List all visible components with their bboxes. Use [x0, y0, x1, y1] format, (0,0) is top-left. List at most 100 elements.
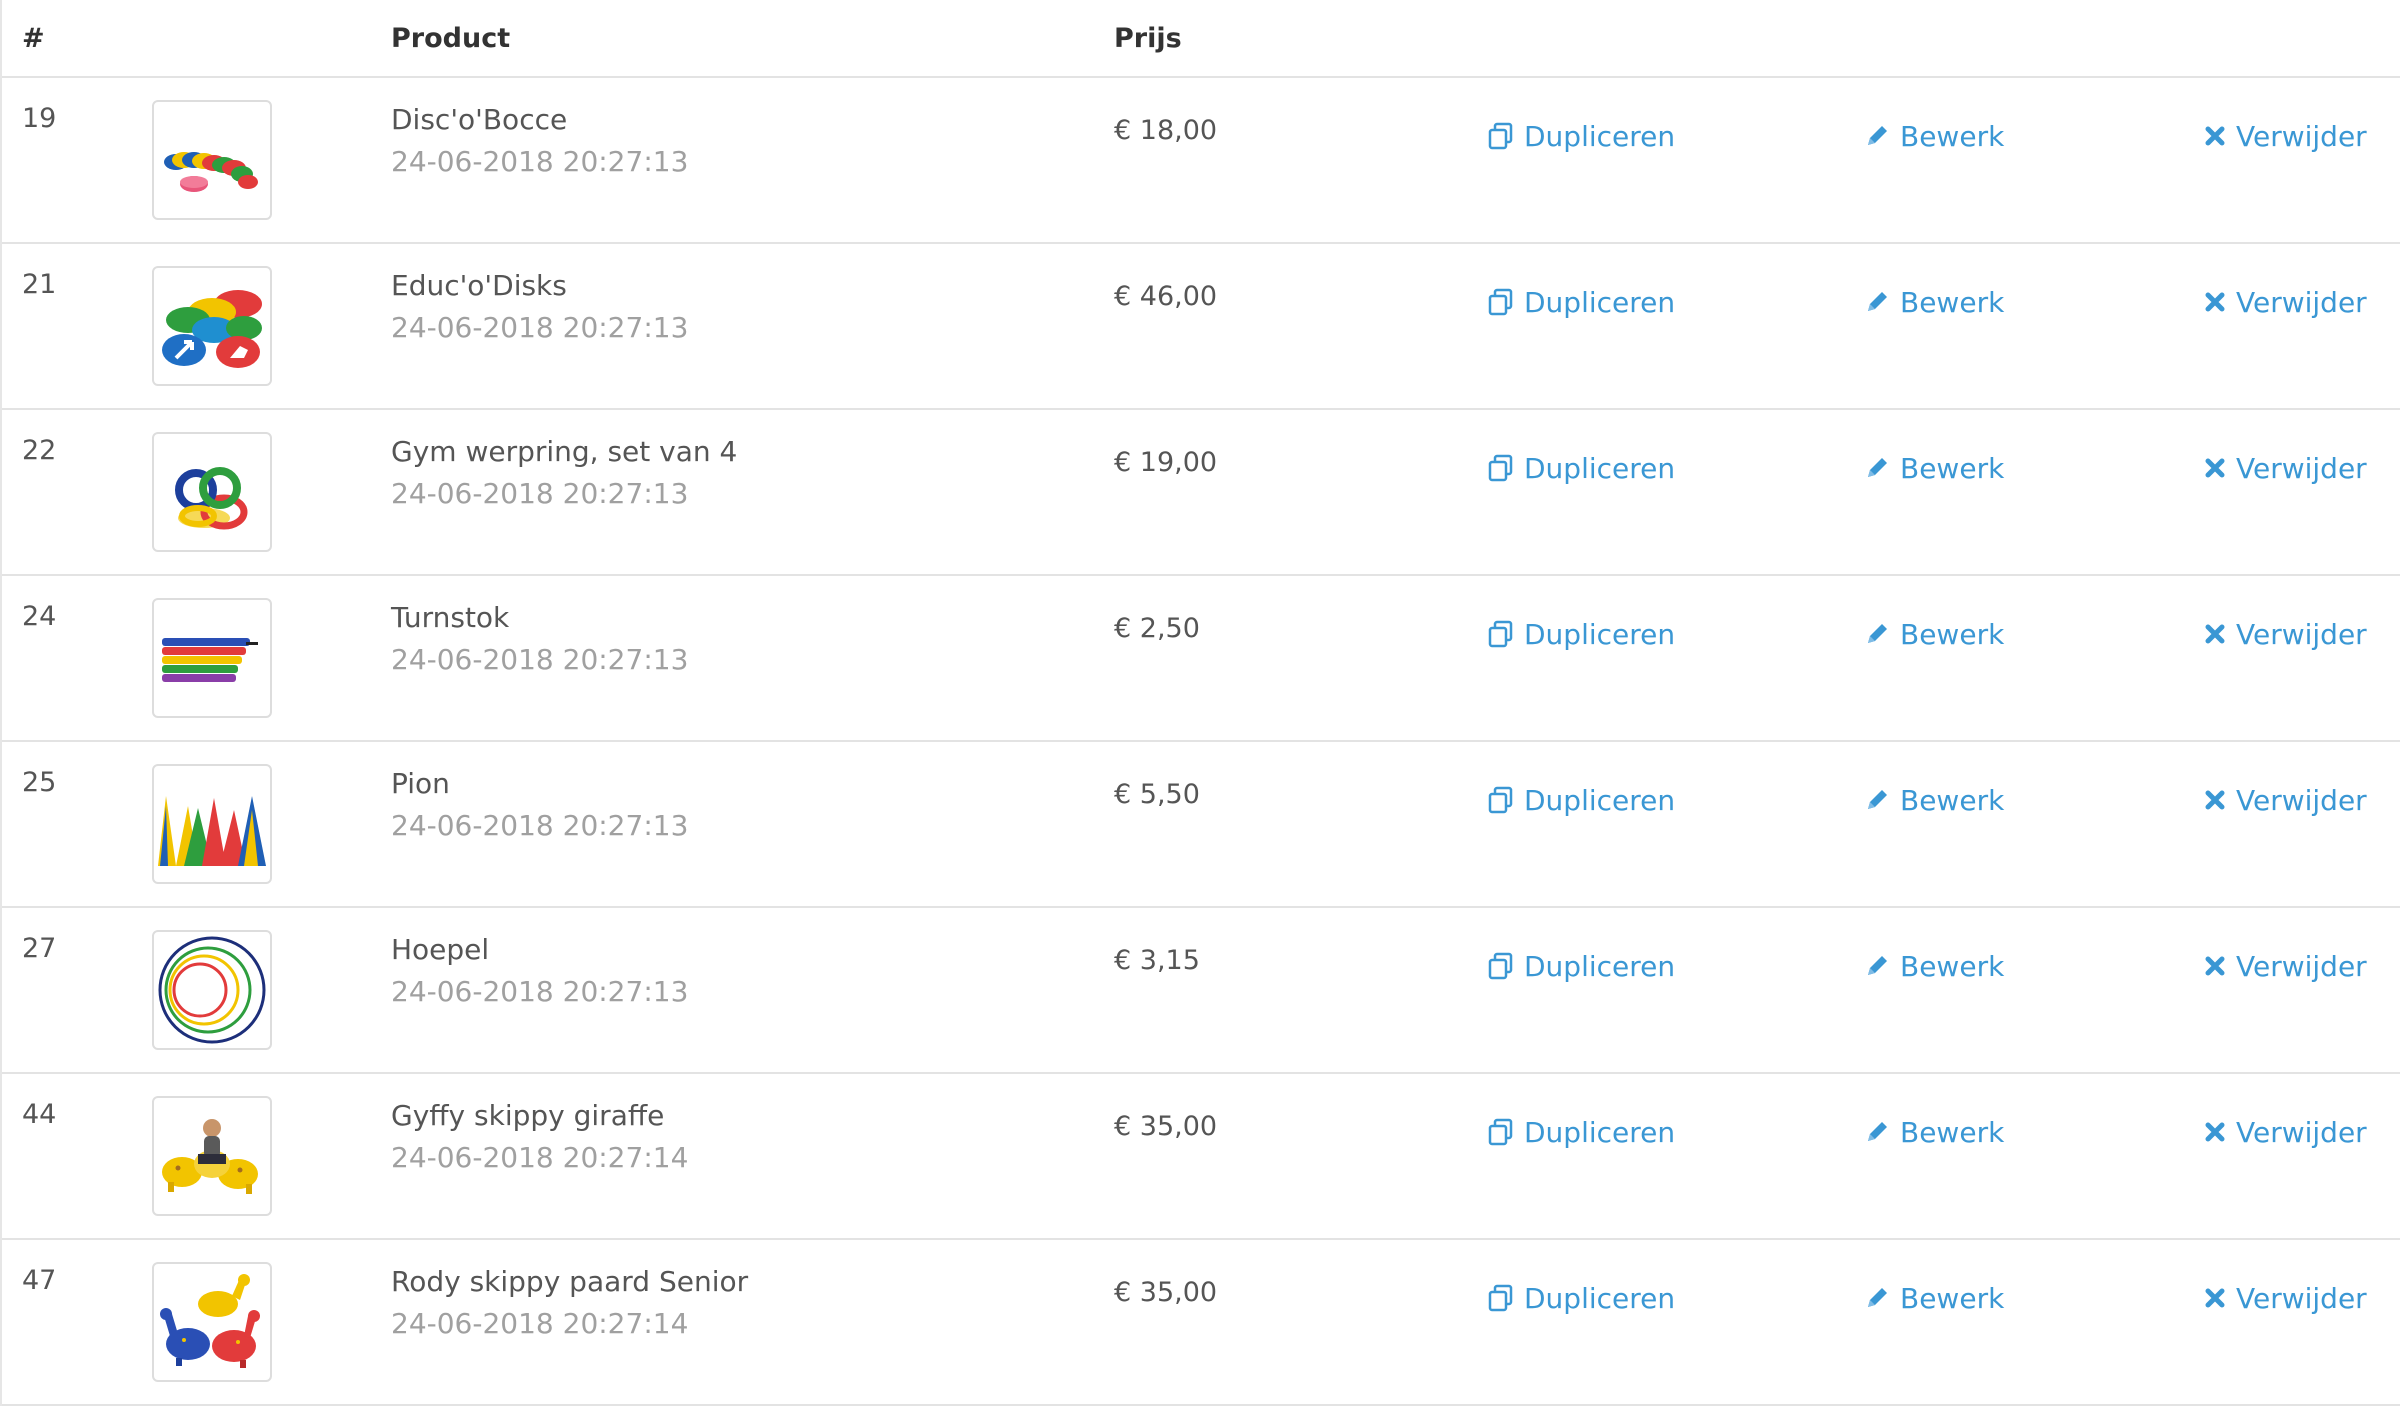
duplicate-button[interactable]: Dupliceren [1486, 282, 1675, 322]
copy-icon [1486, 1283, 1516, 1313]
duplicate-button[interactable]: Dupliceren [1486, 448, 1675, 488]
delete-label: Verwijder [2236, 1281, 2367, 1315]
edit-button[interactable]: Bewerk [1862, 1278, 2004, 1318]
delete-label: Verwijder [2236, 1115, 2367, 1149]
product-price: € 2,50 [1114, 613, 1200, 644]
product-name: Turnstok [391, 601, 510, 634]
educ-disks-image[interactable] [152, 266, 272, 386]
row-id: 25 [22, 767, 57, 798]
row-id: 22 [22, 435, 57, 466]
hoops-image[interactable] [152, 930, 272, 1050]
duplicate-label: Dupliceren [1524, 451, 1676, 485]
delete-button[interactable]: Verwijder [2204, 614, 2367, 654]
header-product: Product [391, 23, 511, 54]
copy-icon [1486, 619, 1516, 649]
product-name: Hoepel [391, 933, 490, 966]
table-row: 27 Hoepel 24-06-2018 20:27:13 € 3,15 Dup… [2, 908, 2400, 1074]
duplicate-button[interactable]: Dupliceren [1486, 1112, 1675, 1152]
product-date: 24-06-2018 20:27:14 [391, 1141, 689, 1174]
edit-button[interactable]: Bewerk [1862, 448, 2004, 488]
row-id: 24 [22, 601, 57, 632]
duplicate-label: Dupliceren [1524, 1115, 1676, 1149]
delete-button[interactable]: Verwijder [2204, 116, 2367, 156]
product-date: 24-06-2018 20:27:13 [391, 643, 689, 676]
duplicate-button[interactable]: Dupliceren [1486, 946, 1675, 986]
pencil-icon [1862, 121, 1892, 151]
edit-button[interactable]: Bewerk [1862, 282, 2004, 322]
duplicate-button[interactable]: Dupliceren [1486, 614, 1675, 654]
delete-label: Verwijder [2236, 949, 2367, 983]
product-name: Educ'o'Disks [391, 269, 567, 302]
edit-label: Bewerk [1900, 119, 2005, 153]
product-price: € 3,15 [1114, 945, 1200, 976]
edit-label: Bewerk [1900, 1281, 2005, 1315]
gym-sticks-image[interactable] [152, 598, 272, 718]
delete-button[interactable]: Verwijder [2204, 946, 2367, 986]
product-name: Rody skippy paard Senior [391, 1265, 749, 1298]
row-id: 47 [22, 1265, 57, 1296]
delete-button[interactable]: Verwijder [2204, 1278, 2367, 1318]
pencil-icon [1862, 951, 1892, 981]
row-id: 19 [22, 103, 57, 134]
copy-icon [1486, 951, 1516, 981]
skippy-giraffe-image[interactable] [152, 1096, 272, 1216]
edit-button[interactable]: Bewerk [1862, 116, 2004, 156]
product-price: € 19,00 [1114, 447, 1218, 478]
edit-button[interactable]: Bewerk [1862, 946, 2004, 986]
delete-label: Verwijder [2236, 285, 2367, 319]
edit-label: Bewerk [1900, 949, 2005, 983]
pencil-icon [1862, 619, 1892, 649]
edit-button[interactable]: Bewerk [1862, 1112, 2004, 1152]
edit-label: Bewerk [1900, 783, 2005, 817]
products-table: # Product Prijs 19 Disc'o'Bocce 24-06-20… [0, 0, 2400, 1406]
cones-image[interactable] [152, 764, 272, 884]
pencil-icon [1862, 1283, 1892, 1313]
pencil-icon [1862, 785, 1892, 815]
edit-label: Bewerk [1900, 451, 2005, 485]
row-id: 44 [22, 1099, 57, 1130]
duplicate-label: Dupliceren [1524, 1281, 1676, 1315]
throw-rings-image[interactable] [152, 432, 272, 552]
table-row: 21 Educ'o'Disks 24-06-2018 20:27:13 € 46… [2, 244, 2400, 410]
product-price: € 35,00 [1114, 1111, 1218, 1142]
skippy-horse-image[interactable] [152, 1262, 272, 1382]
table-row: 19 Disc'o'Bocce 24-06-2018 20:27:13 € 18… [2, 78, 2400, 244]
delete-label: Verwijder [2236, 451, 2367, 485]
duplicate-label: Dupliceren [1524, 119, 1676, 153]
duplicate-label: Dupliceren [1524, 285, 1676, 319]
table-row: 47 Rody skippy paard Senior 24-06-2018 2… [2, 1240, 2400, 1406]
edit-button[interactable]: Bewerk [1862, 780, 2004, 820]
pencil-icon [1862, 453, 1892, 483]
delete-button[interactable]: Verwijder [2204, 282, 2367, 322]
product-date: 24-06-2018 20:27:13 [391, 809, 689, 842]
duplicate-label: Dupliceren [1524, 949, 1676, 983]
edit-button[interactable]: Bewerk [1862, 614, 2004, 654]
delete-button[interactable]: Verwijder [2204, 1112, 2367, 1152]
duplicate-label: Dupliceren [1524, 783, 1676, 817]
edit-label: Bewerk [1900, 617, 2005, 651]
close-icon [2204, 125, 2226, 147]
product-name: Pion [391, 767, 450, 800]
disc-bocce-image[interactable] [152, 100, 272, 220]
header-price: Prijs [1114, 23, 1182, 54]
product-price: € 5,50 [1114, 779, 1200, 810]
duplicate-button[interactable]: Dupliceren [1486, 1278, 1675, 1318]
duplicate-button[interactable]: Dupliceren [1486, 780, 1675, 820]
edit-label: Bewerk [1900, 285, 2005, 319]
duplicate-label: Dupliceren [1524, 617, 1676, 651]
delete-label: Verwijder [2236, 783, 2367, 817]
copy-icon [1486, 287, 1516, 317]
table-row: 22 Gym werpring, set van 4 24-06-2018 20… [2, 410, 2400, 576]
close-icon [2204, 457, 2226, 479]
copy-icon [1486, 121, 1516, 151]
table-header: # Product Prijs [2, 0, 2400, 78]
close-icon [2204, 623, 2226, 645]
product-price: € 46,00 [1114, 281, 1218, 312]
duplicate-button[interactable]: Dupliceren [1486, 116, 1675, 156]
delete-button[interactable]: Verwijder [2204, 780, 2367, 820]
close-icon [2204, 955, 2226, 977]
product-date: 24-06-2018 20:27:13 [391, 477, 689, 510]
table-row: 25 Pion 24-06-2018 20:27:13 € 5,50 Dupli… [2, 742, 2400, 908]
product-date: 24-06-2018 20:27:13 [391, 975, 689, 1008]
delete-button[interactable]: Verwijder [2204, 448, 2367, 488]
